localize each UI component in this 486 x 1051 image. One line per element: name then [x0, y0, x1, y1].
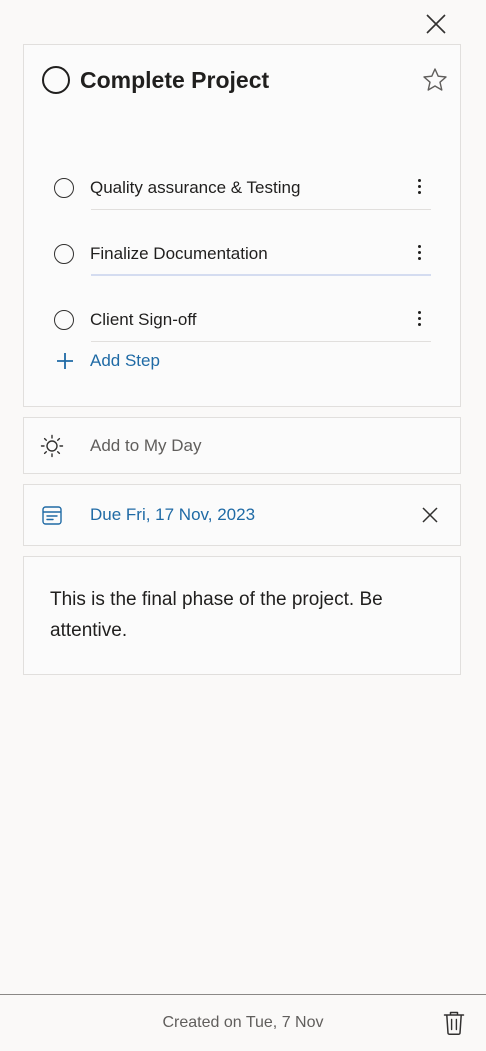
step-divider — [91, 341, 431, 342]
add-step-label: Add Step — [90, 351, 160, 370]
step-item[interactable]: Client Sign-off — [54, 287, 431, 353]
add-to-my-day-button[interactable]: Add to My Day — [40, 418, 442, 473]
remove-due-date-button[interactable] — [418, 503, 442, 527]
step-more-button[interactable] — [407, 171, 431, 201]
due-date-button[interactable]: Due Fri, 17 Nov, 2023 — [40, 485, 442, 545]
step-item[interactable]: Finalize Documentation — [54, 221, 431, 287]
close-icon — [422, 507, 438, 523]
step-checkbox[interactable] — [54, 310, 74, 330]
step-label[interactable]: Quality assurance & Testing — [90, 178, 407, 198]
step-checkbox[interactable] — [54, 244, 74, 264]
calendar-icon — [42, 506, 62, 525]
step-more-button[interactable] — [407, 303, 431, 333]
delete-task-button[interactable] — [442, 1009, 466, 1037]
note-card[interactable]: This is the final phase of the project. … — [23, 556, 461, 675]
due-date-card[interactable]: Due Fri, 17 Nov, 2023 — [23, 484, 461, 546]
close-icon — [426, 14, 446, 34]
close-button[interactable] — [422, 10, 450, 38]
trash-icon — [443, 1011, 465, 1035]
step-divider — [91, 209, 431, 210]
step-label[interactable]: Client Sign-off — [90, 310, 407, 330]
more-vertical-icon — [417, 244, 421, 248]
task-detail-panel: Complete Project Quality assurance & Tes… — [0, 0, 486, 1051]
note-text[interactable]: This is the final phase of the project. … — [50, 584, 430, 646]
task-complete-checkbox[interactable] — [42, 66, 70, 94]
task-title[interactable]: Complete Project — [80, 67, 420, 94]
created-date-text: Created on Tue, 7 Nov — [162, 1014, 324, 1031]
add-to-my-day-label: Add to My Day — [90, 435, 202, 455]
step-divider — [91, 274, 431, 276]
more-vertical-icon — [417, 310, 421, 314]
step-item[interactable]: Quality assurance & Testing — [54, 155, 431, 221]
step-checkbox[interactable] — [54, 178, 74, 198]
star-icon — [423, 68, 447, 91]
plus-icon — [57, 353, 73, 369]
add-to-my-day-card[interactable]: Add to My Day — [23, 417, 461, 474]
footer: Created on Tue, 7 Nov — [0, 994, 486, 1051]
add-step-button[interactable]: Add Step — [56, 351, 160, 371]
task-title-row: Complete Project — [42, 65, 450, 95]
importance-button[interactable] — [420, 65, 450, 95]
more-vertical-icon — [417, 178, 421, 182]
steps-list: Quality assurance & Testing Finalize Doc… — [54, 155, 431, 353]
task-card: Complete Project Quality assurance & Tes… — [23, 44, 461, 407]
sun-icon — [40, 434, 64, 457]
step-more-button[interactable] — [407, 237, 431, 267]
step-label[interactable]: Finalize Documentation — [90, 244, 407, 264]
due-date-label: Due Fri, 17 Nov, 2023 — [90, 505, 256, 524]
